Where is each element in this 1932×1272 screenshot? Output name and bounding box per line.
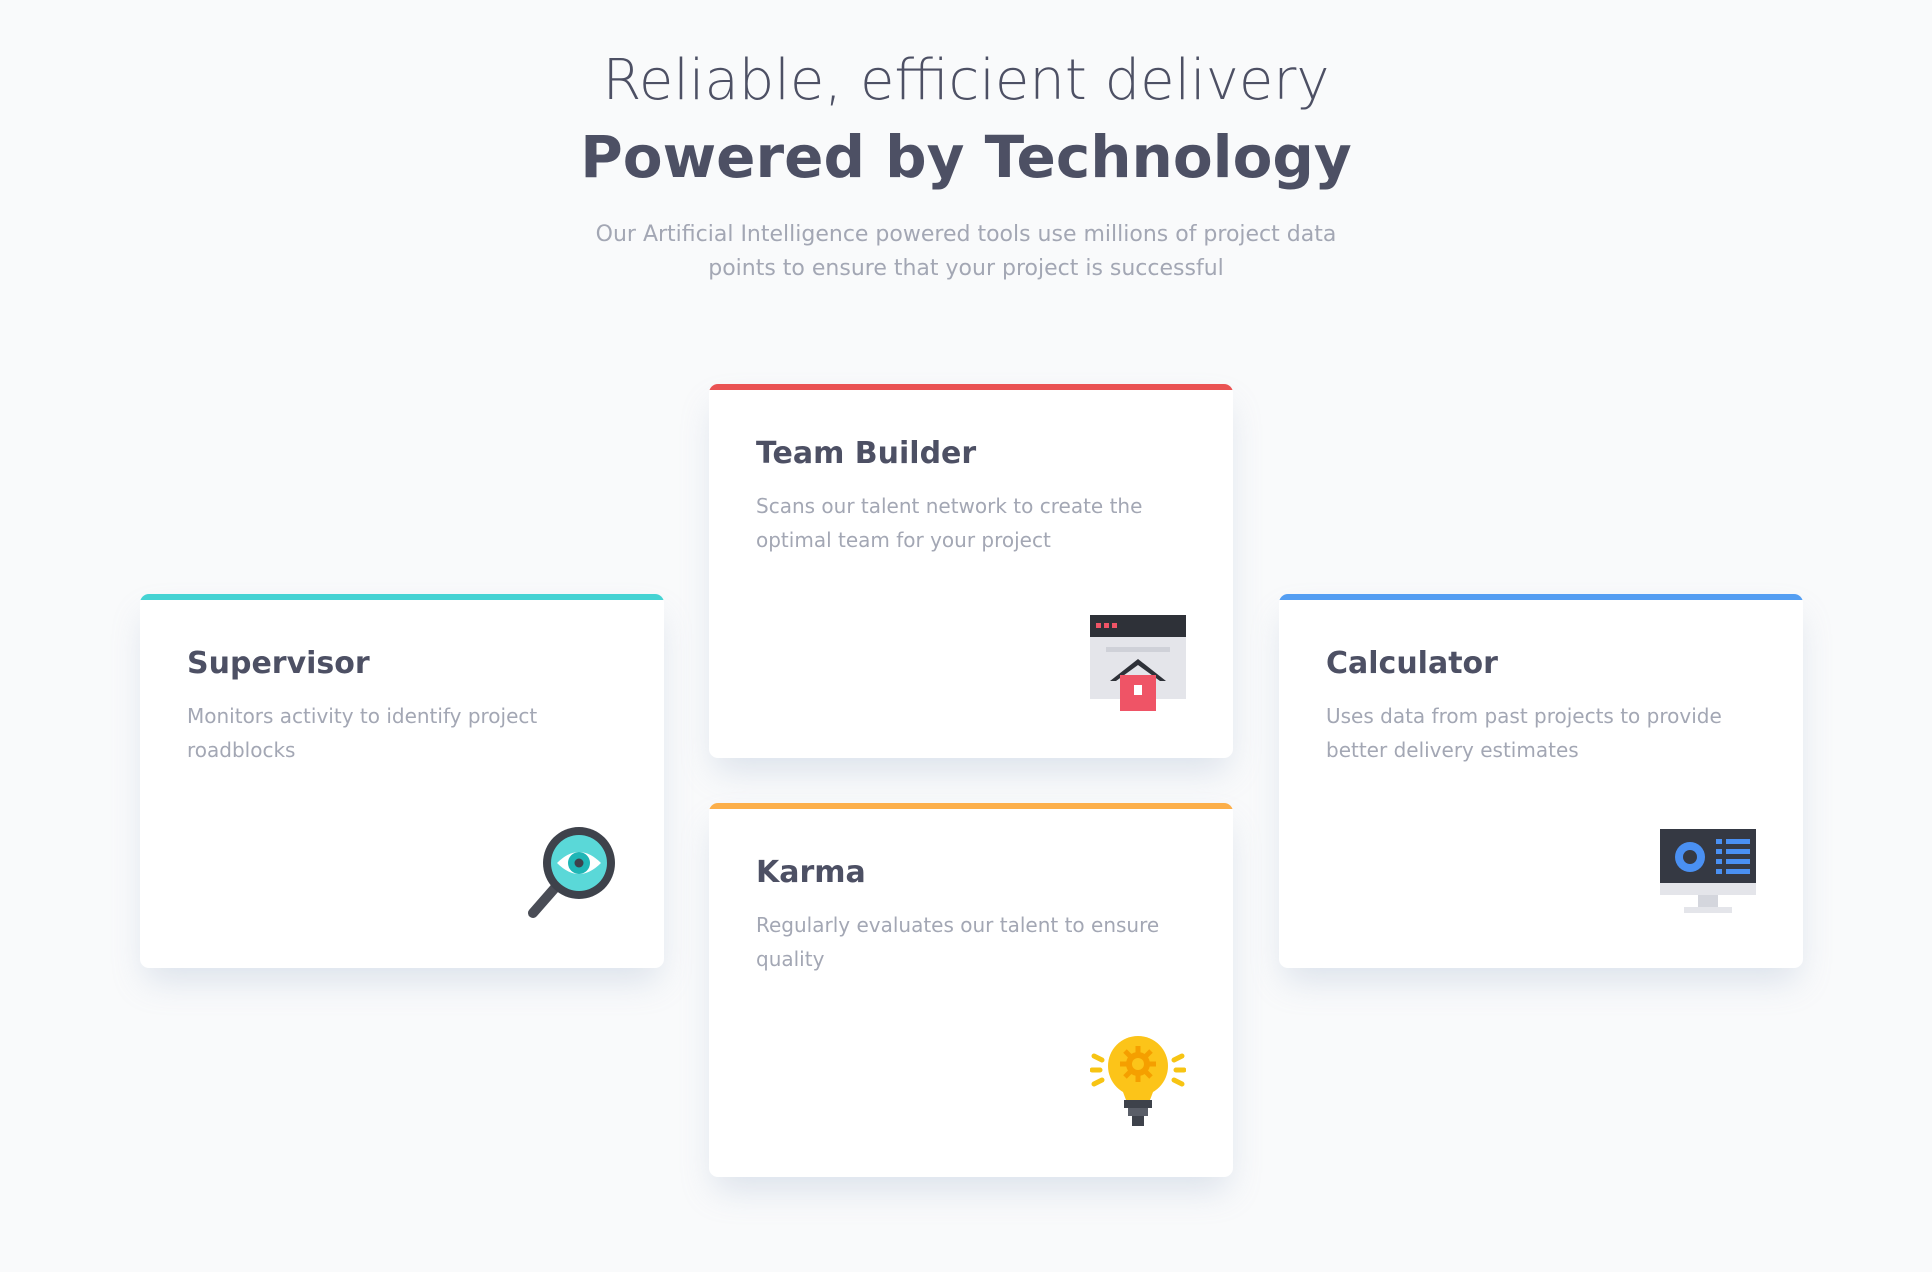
card-title: Team Builder: [756, 436, 977, 471]
card-title: Karma: [756, 855, 866, 890]
card-karma: Karma Regularly evaluates our talent to …: [709, 803, 1233, 1177]
card-description: Regularly evaluates our talent to ensure…: [756, 913, 1160, 971]
headline-bold: Powered by Technology: [580, 123, 1352, 191]
monitor-dashboard-icon: [1660, 825, 1756, 921]
card-calculator: Calculator Uses data from past projects …: [1279, 594, 1803, 968]
magnifier-eye-icon: [521, 825, 617, 921]
intro-text: Our Artificial Intelligence powered tool…: [595, 222, 1337, 281]
card-supervisor: Supervisor Monitors activity to identify…: [140, 594, 664, 968]
card-title: Supervisor: [187, 646, 370, 681]
card-description: Monitors activity to identify project ro…: [187, 704, 538, 762]
card-description: Uses data from past projects to provide …: [1326, 704, 1722, 762]
card-description: Scans our talent network to create the o…: [756, 494, 1143, 552]
browser-house-icon: [1090, 615, 1186, 711]
headline-light: Reliable, efficient delivery: [602, 48, 1330, 113]
card-team-builder: Team Builder Scans our talent network to…: [709, 384, 1233, 758]
card-title: Calculator: [1326, 646, 1498, 681]
lightbulb-icon: [1090, 1034, 1186, 1130]
